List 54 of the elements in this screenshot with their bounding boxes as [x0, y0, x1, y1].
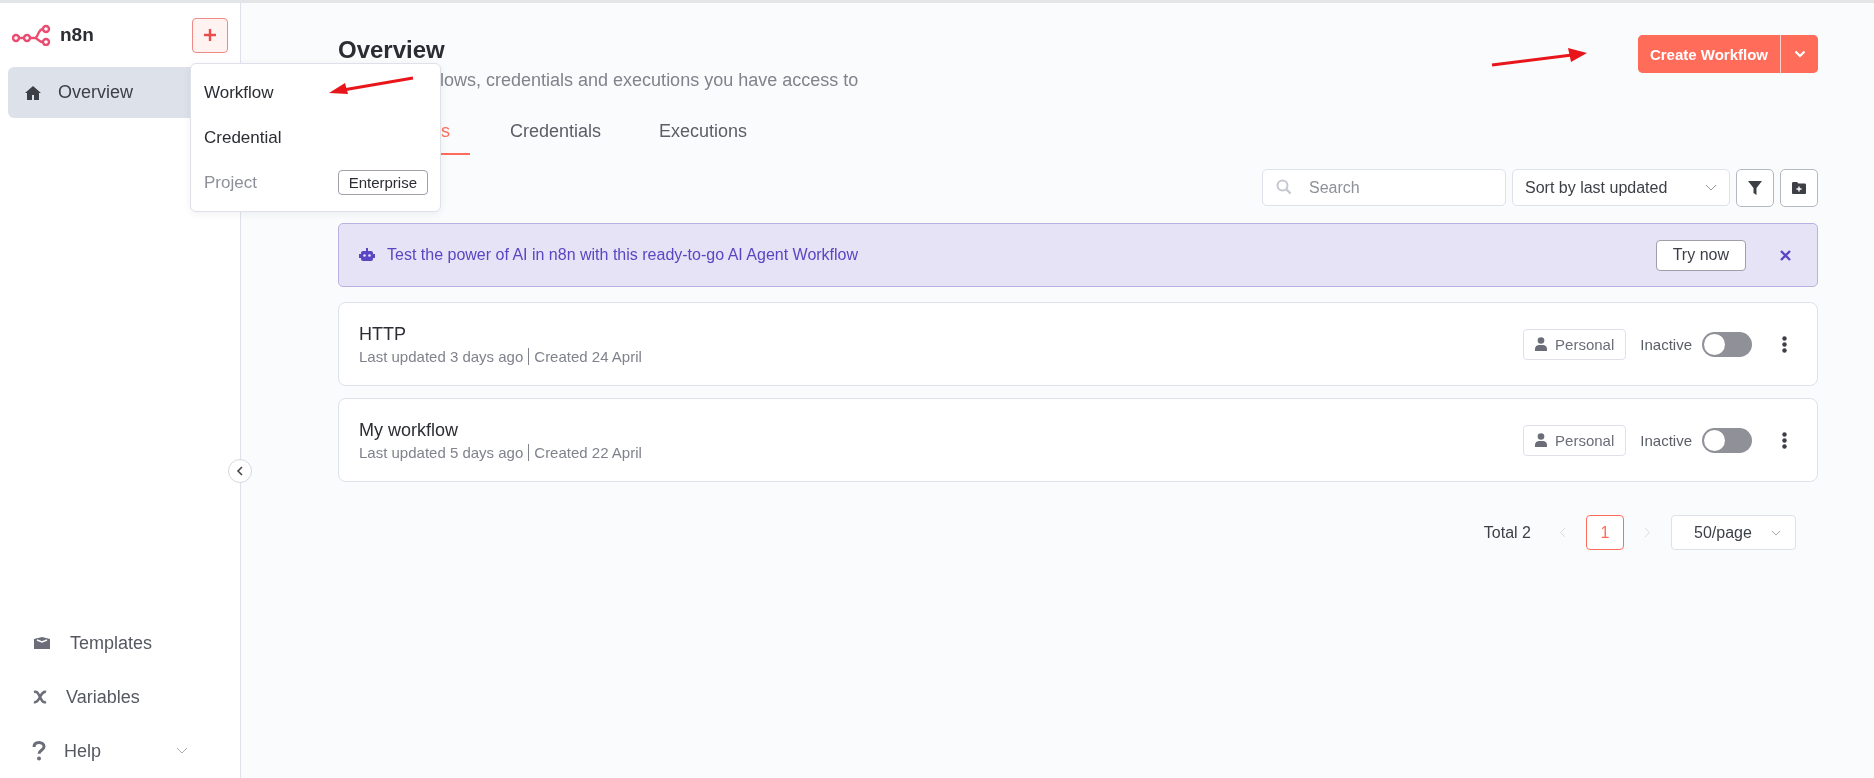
- menu-item[interactable]: Credential: [191, 115, 440, 160]
- page-subtitle: lows, credentials and executions you have access to: [440, 69, 859, 92]
- tab[interactable]: Executions: [641, 115, 766, 155]
- close-button[interactable]: [1780, 249, 1791, 261]
- chevron-down-icon: [1793, 50, 1806, 58]
- status-text: Inactive: [1640, 431, 1692, 449]
- created-text: Created 22 April: [534, 443, 642, 461]
- nav-item[interactable]: Variables: [8, 670, 232, 724]
- updated-text: Last updated 3 days ago: [359, 347, 524, 365]
- robot-icon: [359, 248, 375, 262]
- plus-icon: [203, 28, 217, 42]
- enterprise-badge: Enterprise: [337, 170, 428, 195]
- chevron-down-icon: [1771, 529, 1781, 536]
- home-icon: [24, 84, 42, 101]
- search-icon: [1276, 179, 1292, 195]
- updated-text: Last updated 5 days ago: [359, 443, 524, 461]
- chevron-down-icon: [1705, 183, 1717, 192]
- close-icon: [1780, 249, 1791, 261]
- nav-item[interactable]: Templates: [8, 616, 232, 670]
- created-text: Created 24 April: [534, 347, 642, 365]
- workflow-card[interactable]: HTTP Last updated 3 days ago Created 24 April Personal Inactive: [338, 302, 1818, 386]
- page-title: Overview: [338, 35, 446, 65]
- tab[interactable]: Credentials: [492, 115, 620, 155]
- toggle-switch[interactable]: [1702, 427, 1752, 453]
- status-text: Inactive: [1640, 335, 1692, 353]
- page-size-select[interactable]: 50/page: [1671, 515, 1796, 550]
- sort-select[interactable]: Sort by last updated: [1512, 169, 1730, 206]
- folder-plus-icon: [1792, 182, 1806, 194]
- workflow-name: My workflow: [359, 419, 459, 441]
- more-icon[interactable]: [1782, 431, 1787, 449]
- more-icon[interactable]: [1782, 335, 1787, 353]
- add-button[interactable]: [192, 17, 228, 53]
- owner-badge: Personal: [1523, 328, 1627, 360]
- workflow-name: HTTP: [359, 323, 407, 345]
- banner-text: Test the power of AI in n8n with this ready-to-go AI Agent Workflow: [387, 246, 860, 264]
- logo-icon: [12, 24, 52, 46]
- logo-text: n8n: [60, 24, 94, 46]
- chevron-left-icon: [236, 466, 244, 476]
- workflow-card[interactable]: My workflow Last updated 5 days ago Created 22 April Personal Inactive: [338, 398, 1818, 482]
- toggle-switch[interactable]: [1702, 331, 1752, 357]
- collapse-button[interactable]: [228, 459, 252, 483]
- search-field[interactable]: Search: [1262, 169, 1506, 206]
- owner-badge: Personal: [1523, 424, 1627, 456]
- new-folder-button[interactable]: [1780, 169, 1818, 207]
- nav-item[interactable]: Help: [8, 724, 232, 778]
- help-icon: [32, 741, 46, 761]
- person-icon: [1535, 433, 1548, 447]
- filter-button[interactable]: [1736, 169, 1774, 207]
- variable-icon: [32, 689, 48, 705]
- chevron-icon: [176, 747, 188, 755]
- try-now-button[interactable]: Try now: [1655, 239, 1746, 271]
- total-count: Total 2: [1483, 523, 1531, 542]
- filter-icon: [1748, 181, 1762, 195]
- person-icon: [1535, 337, 1548, 351]
